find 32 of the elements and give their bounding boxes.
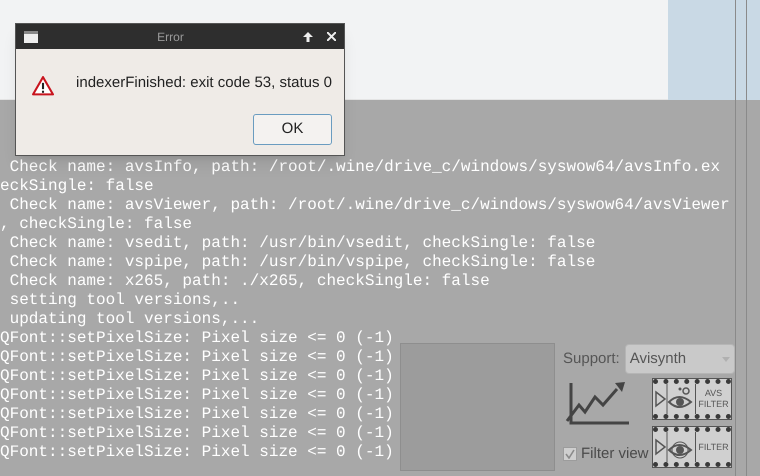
ok-button[interactable]: OK	[253, 114, 332, 145]
log-line: QFont::setPixelSize: Pixel size <= 0 (-1)	[0, 405, 394, 424]
log-line: , checkSingle: false	[0, 215, 192, 234]
log-line: setting tool versions,..	[8, 291, 240, 310]
window-icon	[24, 30, 38, 42]
support-dropdown[interactable]: Avisynth	[624, 344, 735, 374]
keep-above-icon[interactable]	[303, 32, 313, 42]
log-line: Check name: avsInfo, path: /root/.wine/drive_c/windows/syswow64/avsInfo.ex	[8, 158, 720, 177]
log-line: updating tool versions,...	[8, 310, 260, 329]
window-title: Error	[156, 28, 185, 46]
log-line: QFont::setPixelSize: Pixel size <= 0 (-1)	[0, 348, 394, 367]
filter-view-label: Filter view	[581, 444, 649, 464]
log-line: Check name: x265, path: ./x265, checkSingle: false	[8, 272, 490, 291]
play-eye-icon	[653, 384, 695, 414]
log-line: Check name: avsViewer, path: /root/.wine/drive_c/windows/syswow64/avsViewer	[8, 196, 730, 215]
log-line: QFont::setPixelSize: Pixel size <= 0 (-1)	[0, 424, 394, 443]
log-line: QFont::setPixelSize: Pixel size <= 0 (-1)	[0, 329, 394, 348]
filter-button[interactable]: AVS FILTER	[653, 379, 731, 419]
filter-button[interactable]: FILTER	[653, 427, 731, 467]
chart-icon[interactable]	[565, 379, 631, 427]
error-message: indexerFinished: exit code 53, status 0	[76, 73, 332, 93]
log-line: eckSingle: false	[0, 177, 154, 196]
filter-view-checkbox[interactable]	[563, 447, 577, 462]
log-line: Check name: vsedit, path: /usr/bin/vsedit, checkSingle: false	[8, 234, 596, 253]
close-icon[interactable]	[327, 32, 336, 41]
support-label: Support:	[563, 348, 620, 369]
caret-icon	[722, 356, 730, 362]
log-line: QFont::setPixelSize: Pixel size <= 0 (-1)	[0, 443, 394, 462]
log-line: Check name: vspipe, path: /usr/bin/vspipe, checkSingle: false	[8, 253, 596, 272]
log-line: QFont::setPixelSize: Pixel size <= 0 (-1)	[0, 367, 394, 386]
play-eye-icon	[653, 432, 695, 462]
log-line: QFont::setPixelSize: Pixel size <= 0 (-1)	[0, 386, 394, 405]
